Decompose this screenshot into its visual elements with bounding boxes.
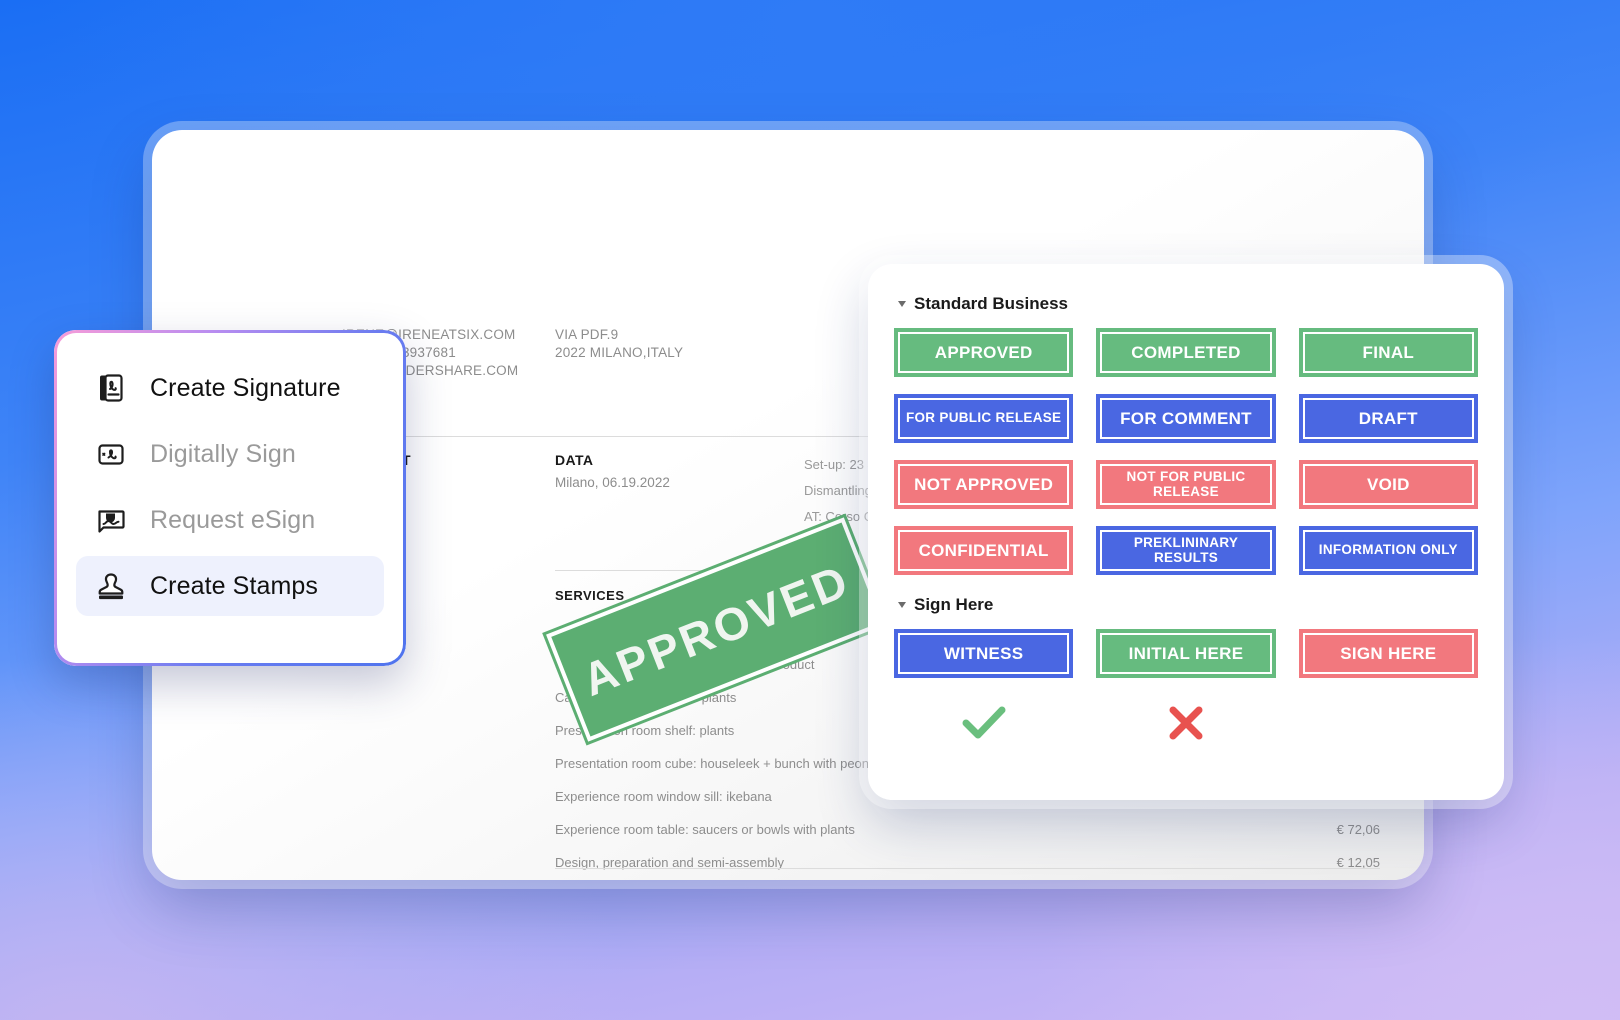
cross-mark-stamp[interactable] (1096, 700, 1275, 746)
address-street: VIA PDF.9 (555, 327, 619, 342)
stamp-draft[interactable]: DRAFT (1298, 394, 1478, 443)
stamps-panel: Standard Business APPROVED COMPLETED FINAL… (868, 264, 1504, 800)
stamp-preklininary-results[interactable]: PREKLININARY RESULTS (1096, 526, 1276, 575)
stamp-label: INITIAL HERE (1128, 643, 1244, 663)
section-title: Sign Here (914, 595, 994, 614)
menu-item-digitally-sign[interactable]: Digitally Sign (76, 424, 384, 484)
stamp-not-approved[interactable]: NOT APPROVED (894, 460, 1074, 509)
address-block: VIA PDF.9 2022 MILANO,ITALY (555, 326, 683, 362)
data-label: DATA (555, 452, 594, 468)
section-title: Standard Business (914, 294, 1068, 313)
stamp-label: APPROVED (934, 342, 1033, 362)
stamp-information-only[interactable]: INFORMATION ONLY (1298, 526, 1478, 575)
menu-item-label: Create Signature (150, 373, 341, 402)
address-city: 2022 MILANO,ITALY (555, 345, 684, 361)
stamp-label: VOID (1366, 474, 1410, 494)
stamp-witness[interactable]: WITNESS (894, 629, 1074, 678)
stamp-void[interactable]: VOID (1298, 460, 1478, 509)
stamp-sign-here[interactable]: SIGN HERE (1298, 629, 1478, 678)
cross-mark-icon (1169, 706, 1203, 740)
stamp-for-comment[interactable]: FOR COMMENT (1096, 394, 1276, 443)
column-header-services: SERVICES (555, 588, 625, 603)
menu-item-request-esign[interactable]: Request eSign (76, 490, 384, 550)
mark-stamps-row (894, 700, 1478, 746)
stamp-final[interactable]: FINAL (1298, 328, 1478, 377)
divider-bottom (555, 868, 1380, 869)
stamp-not-for-public-release[interactable]: NOT FOR PUBLIC RELEASE (1096, 460, 1276, 509)
stamp-confidential[interactable]: CONFIDENTIAL (894, 526, 1074, 575)
stamp-label: FOR PUBLIC RELEASE (905, 410, 1062, 426)
stamp-label: NOT FOR PUBLIC RELEASE (1126, 469, 1246, 499)
chevron-down-icon (898, 602, 906, 608)
stamp-label: NOT APPROVED (914, 474, 1054, 494)
stamp-label: DRAFT (1358, 408, 1418, 428)
stamp-label: INFORMATION ONLY (1318, 542, 1458, 558)
stamp-label: CONFIDENTIAL (918, 540, 1049, 560)
chevron-down-icon (898, 301, 906, 307)
digitally-sign-icon (92, 435, 130, 473)
menu-item-label: Digitally Sign (150, 439, 296, 468)
stamp-completed[interactable]: COMPLETED (1096, 328, 1276, 377)
stamp-label: SIGN HERE (1340, 643, 1437, 663)
section-header-standard-business[interactable]: Standard Business (898, 294, 1478, 314)
request-esign-icon (92, 501, 130, 539)
stamp-for-public-release[interactable]: FOR PUBLIC RELEASE (894, 394, 1074, 443)
create-signature-icon (92, 369, 130, 407)
stamp-grid-standard-business: APPROVED COMPLETED FINAL FOR PUBLIC RELEASE… (894, 328, 1478, 575)
stamp-label: WITNESS (943, 643, 1024, 663)
service-description: Experience room table: saucers or bowls … (555, 821, 855, 837)
menu-item-create-stamps[interactable]: Create Stamps (76, 556, 384, 616)
stamp-label: FOR COMMENT (1120, 408, 1252, 428)
stamp-approved[interactable]: APPROVED (894, 328, 1074, 377)
signature-tools-menu: Create Signature Digitally Sign Request … (54, 330, 406, 666)
stamp-label: PREKLININARY RESULTS (1133, 535, 1239, 565)
service-amount: € 72,06 (1336, 821, 1380, 837)
service-description: Presentation room cube: houseleek + bunc… (555, 755, 886, 771)
check-mark-stamp[interactable] (894, 700, 1073, 746)
stamp-label: COMPLETED (1131, 342, 1241, 362)
stamp-grid-sign-here: WITNESS INITIAL HERE SIGN HERE (894, 629, 1478, 678)
signature-tools-list: Create Signature Digitally Sign Request … (58, 334, 402, 640)
stamp-initial-here[interactable]: INITIAL HERE (1096, 629, 1276, 678)
menu-item-label: Create Stamps (150, 571, 319, 600)
menu-item-create-signature[interactable]: Create Signature (76, 358, 384, 418)
check-mark-icon (962, 706, 1006, 739)
section-header-sign-here[interactable]: Sign Here (898, 595, 1478, 615)
table-row: Experience room table: saucers or bowls … (555, 821, 1380, 838)
stamp-label: FINAL (1362, 342, 1415, 362)
mark-stamp-empty-slot (1299, 700, 1478, 746)
service-description: Experience room window sill: ikebana (555, 788, 772, 804)
create-stamps-icon (92, 567, 130, 605)
menu-item-label: Request eSign (150, 505, 316, 534)
data-value: Milano, 06.19.2022 (555, 475, 670, 490)
